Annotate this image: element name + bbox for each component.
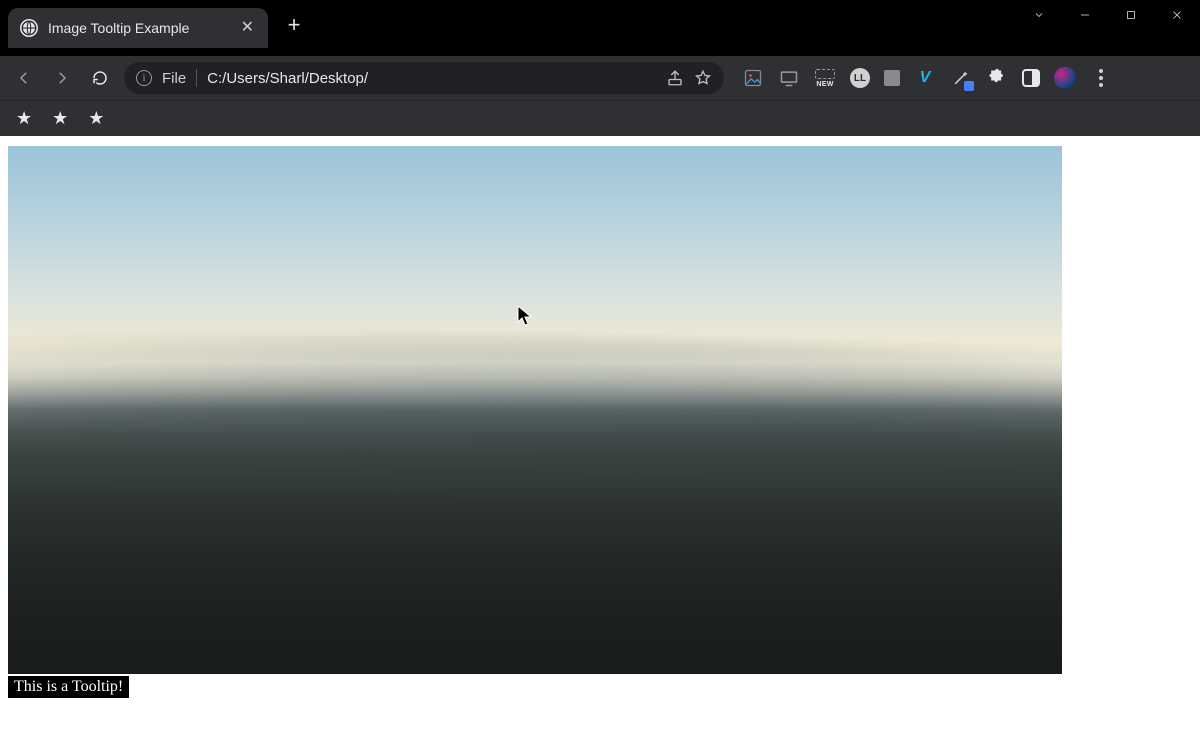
bookmark-star-icon[interactable]: ★: [52, 108, 68, 129]
cast-icon[interactable]: [778, 67, 800, 89]
vimeo-label: V: [920, 69, 931, 87]
extensions-icon[interactable]: [986, 67, 1008, 89]
reload-button[interactable]: [86, 64, 114, 92]
url-text: C:/Users/Sharl/Desktop/: [207, 70, 368, 87]
tab-title: Image Tooltip Example: [48, 20, 231, 36]
tab-search-icon[interactable]: [1016, 0, 1062, 30]
bookmark-star-icon[interactable]: ★: [88, 108, 104, 129]
forward-icon: [53, 69, 71, 87]
chrome-menu-icon[interactable]: [1090, 67, 1112, 89]
window-controls: [1016, 0, 1200, 30]
hero-image[interactable]: [8, 146, 1062, 674]
image-extension-icon[interactable]: [742, 67, 764, 89]
page-content: This is a Tooltip!: [0, 136, 1200, 733]
minimize-icon[interactable]: [1062, 0, 1108, 30]
side-panel-icon[interactable]: [1022, 69, 1040, 87]
browser-tab[interactable]: Image Tooltip Example ✕: [8, 8, 268, 48]
new-badge-label: NEW: [816, 81, 833, 88]
back-icon: [15, 69, 33, 87]
back-button[interactable]: [10, 64, 38, 92]
new-tab-button[interactable]: +: [282, 14, 306, 38]
reload-icon: [91, 69, 109, 87]
ll-label: LL: [854, 73, 866, 84]
address-bar[interactable]: i File C:/Users/Sharl/Desktop/: [124, 62, 724, 94]
bookmarks-bar: ★ ★ ★: [0, 100, 1200, 136]
page-favicon-icon: [20, 19, 38, 37]
tooltip-text: This is a Tooltip!: [14, 678, 123, 695]
new-tab-icon: +: [288, 12, 301, 37]
share-icon[interactable]: [666, 69, 684, 87]
forward-button[interactable]: [48, 64, 76, 92]
ll-extension-icon[interactable]: LL: [850, 68, 870, 88]
info-icon[interactable]: i: [136, 70, 152, 86]
extension-icons: NEW LL V: [742, 67, 1112, 89]
vimeo-icon[interactable]: V: [914, 67, 936, 89]
scheme-separator: [196, 69, 197, 87]
bookmark-star-icon[interactable]: ★: [16, 108, 32, 129]
profile-avatar-icon[interactable]: [1054, 67, 1076, 89]
image-tooltip: This is a Tooltip!: [8, 676, 129, 698]
url-scheme: File: [162, 70, 186, 87]
new-badge-icon[interactable]: NEW: [814, 67, 836, 89]
gray-block-extension-icon[interactable]: [884, 70, 900, 86]
maximize-icon[interactable]: [1108, 0, 1154, 30]
close-window-icon[interactable]: [1154, 0, 1200, 30]
wand-extension-icon[interactable]: [950, 67, 972, 89]
browser-toolbar: i File C:/Users/Sharl/Desktop/ NEW LL V: [0, 56, 1200, 100]
close-tab-icon[interactable]: ✕: [241, 20, 254, 36]
window-titlebar: Image Tooltip Example ✕ +: [0, 0, 1200, 56]
star-icon[interactable]: [694, 69, 712, 87]
